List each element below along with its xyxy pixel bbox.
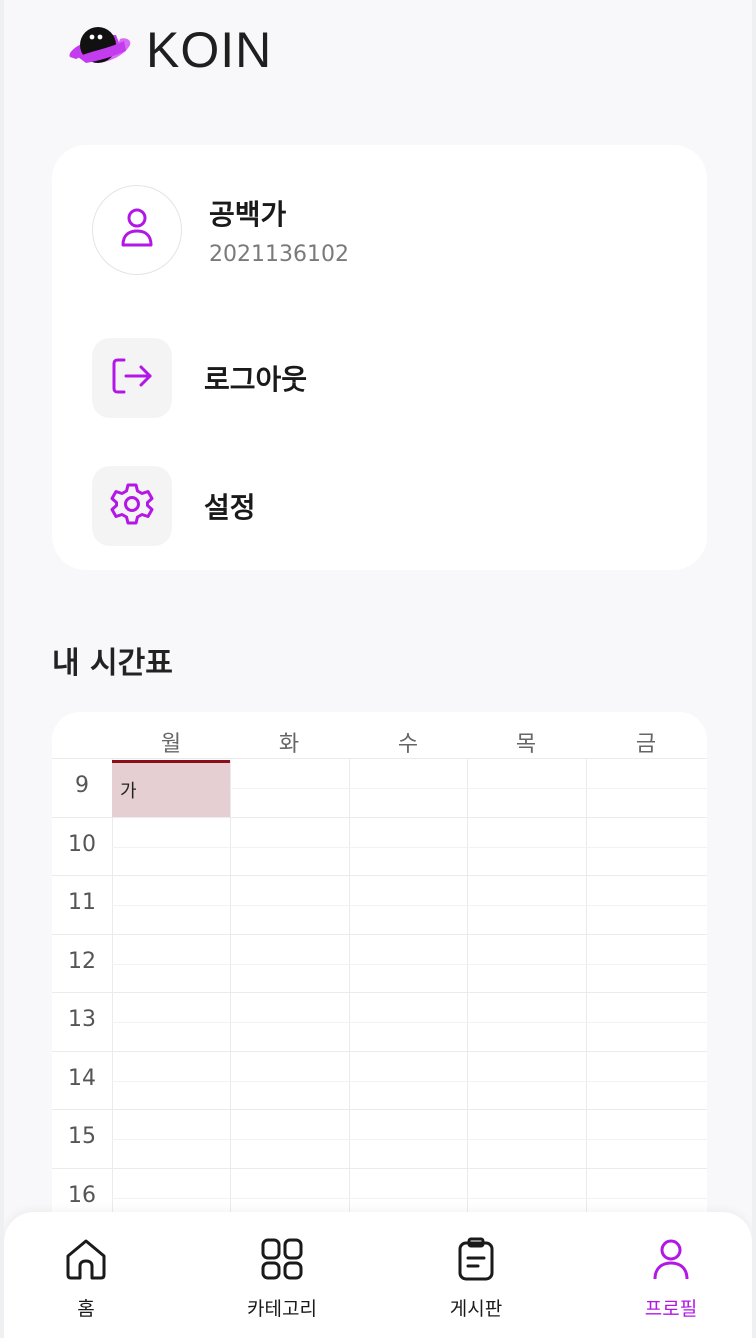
- nav-board-label: 게시판: [449, 1298, 503, 1320]
- profile-icon: [648, 1236, 694, 1286]
- hour-label: 13: [68, 1007, 96, 1032]
- nav-board[interactable]: 게시판: [411, 1236, 541, 1326]
- lecture-block[interactable]: 가: [112, 760, 230, 817]
- hour-label: 14: [68, 1065, 96, 1091]
- user-name: 공백가: [209, 198, 287, 231]
- app-screen: KOIN 공백가 2021136102 로그아웃 설정 내 시간표 월 화 수 …: [4, 0, 752, 1338]
- hour-label: 11: [68, 890, 96, 915]
- settings-label: 설정: [204, 491, 256, 524]
- timetable-day-header: 월 화 수 목 금: [52, 712, 707, 758]
- logo-text: KOIN: [146, 22, 273, 78]
- nav-profile-label: 프로필: [644, 1298, 698, 1320]
- home-icon: [63, 1236, 109, 1286]
- avatar: [92, 185, 182, 275]
- hour-row: 13: [52, 992, 707, 1051]
- bottom-navigation: 홈 카테고리 게시판 프로필: [4, 1212, 752, 1338]
- koin-logo-icon: [64, 23, 134, 77]
- nav-category-label: 카테고리: [247, 1298, 317, 1320]
- hour-label: 15: [68, 1124, 96, 1149]
- hour-label: 16: [68, 1182, 96, 1208]
- day-mon: 월: [160, 732, 182, 757]
- nav-category[interactable]: 카테고리: [217, 1236, 347, 1326]
- hour-row: 14: [52, 1050, 707, 1110]
- clipboard-icon: [453, 1236, 499, 1286]
- timetable-title: 내 시간표: [52, 646, 173, 681]
- profile-card: 공백가 2021136102 로그아웃 설정: [52, 145, 707, 570]
- gear-icon: [109, 481, 155, 531]
- hour-label: 12: [68, 948, 96, 974]
- timetable[interactable]: 월 화 수 목 금 9 10 11 12 13 14 15 16 가: [52, 712, 707, 1232]
- day-fri: 금: [635, 732, 657, 757]
- hour-row: 15: [52, 1109, 707, 1168]
- nav-home[interactable]: 홈: [21, 1236, 151, 1326]
- app-header: KOIN: [64, 22, 272, 78]
- settings-button[interactable]: 설정: [92, 466, 652, 546]
- logout-icon-box: [92, 338, 172, 418]
- hour-label: 9: [75, 773, 89, 798]
- hour-label: 10: [68, 831, 96, 857]
- logout-label: 로그아웃: [204, 363, 308, 396]
- hour-row: 10: [52, 816, 707, 876]
- lecture-name: 가: [120, 781, 137, 802]
- hour-row: 12: [52, 933, 707, 993]
- student-id: 2021136102: [209, 242, 349, 267]
- logout-icon: [110, 356, 154, 400]
- settings-icon-box: [92, 466, 172, 546]
- hour-row: 11: [52, 875, 707, 934]
- day-tue: 화: [278, 732, 300, 757]
- day-wed: 수: [397, 732, 419, 757]
- nav-profile[interactable]: 프로필: [606, 1236, 736, 1326]
- day-thu: 목: [515, 732, 537, 757]
- logout-button[interactable]: 로그아웃: [92, 338, 652, 418]
- category-icon: [259, 1236, 305, 1286]
- nav-home-label: 홈: [77, 1298, 95, 1320]
- user-icon: [119, 207, 155, 253]
